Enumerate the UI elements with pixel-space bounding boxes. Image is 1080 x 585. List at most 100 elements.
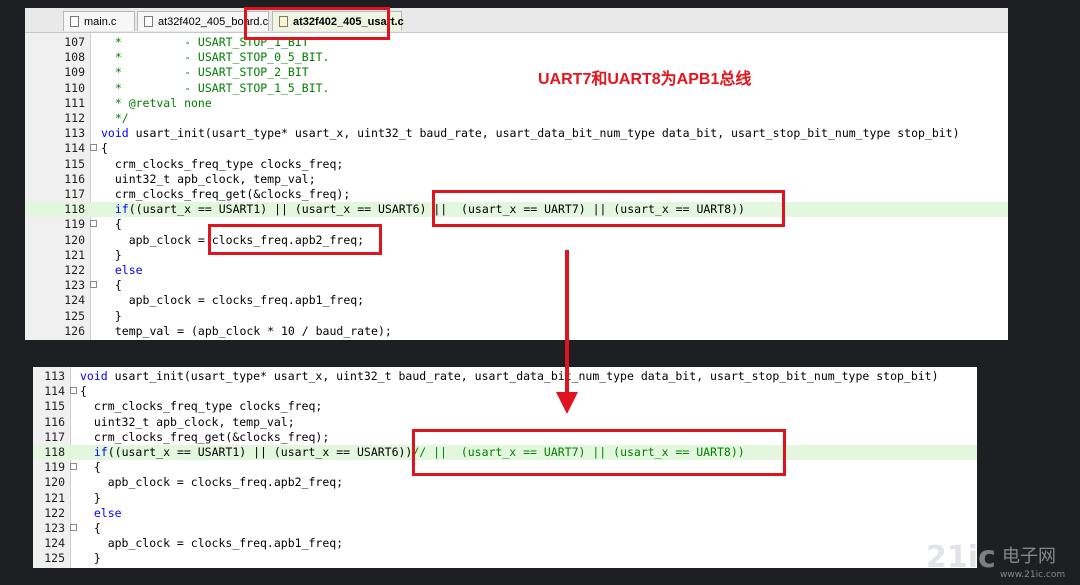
line-number: 125 bbox=[64, 308, 85, 323]
line-number: 115 bbox=[64, 156, 85, 171]
watermark-logo: 21ic 电子网 www.21ic.com bbox=[926, 540, 1065, 580]
code-text: apb_clock = clocks_freq.apb2_freq; bbox=[80, 475, 344, 490]
code-line[interactable]: 120 apb_clock = clocks_freq.apb2_freq; bbox=[25, 233, 1008, 248]
code-line[interactable]: 124 apb_clock = clocks_freq.apb1_freq; bbox=[33, 536, 977, 551]
code-text: * - USART_STOP_0_5_BIT. bbox=[101, 50, 330, 65]
code-editor[interactable]: 107 * - USART_STOP_1_BIT 108 * - USART_ST… bbox=[25, 33, 1008, 340]
editor-tab-bar: main.c at32f402_405_board.c at32f402_405… bbox=[25, 8, 1008, 33]
watermark-brand: 21ic bbox=[926, 540, 996, 575]
watermark-url: www.21ic.com bbox=[1000, 570, 1065, 580]
top-editor-panel: main.c at32f402_405_board.c at32f402_405… bbox=[25, 8, 1008, 340]
code-line[interactable]: 123 { bbox=[33, 521, 977, 536]
fold-toggle-icon[interactable] bbox=[70, 524, 77, 531]
annotation-text: UART7和UART8为APB1总线 bbox=[538, 71, 752, 88]
line-number: 117 bbox=[44, 429, 65, 444]
code-text: crm_clocks_freq_type clocks_freq; bbox=[80, 399, 323, 414]
line-number: 113 bbox=[44, 369, 65, 383]
line-number: 123 bbox=[64, 278, 85, 293]
code-text: } bbox=[101, 247, 122, 262]
code-text: { bbox=[101, 278, 122, 293]
code-text: crm_clocks_freq_type clocks_freq; bbox=[101, 156, 344, 171]
line-number: 112 bbox=[64, 111, 85, 125]
line-number: 126 bbox=[64, 323, 85, 338]
code-line[interactable]: 107 * - USART_STOP_1_BIT bbox=[25, 35, 1008, 50]
fold-toggle-icon[interactable] bbox=[90, 220, 97, 228]
code-text: crm_clocks_freq_get(&clocks_freq); bbox=[101, 187, 351, 201]
line-number: 120 bbox=[64, 232, 85, 247]
line-number: 123 bbox=[44, 521, 65, 535]
file-icon bbox=[144, 16, 153, 27]
code-text: else bbox=[114, 263, 143, 277]
line-number: 108 bbox=[64, 50, 85, 65]
code-line[interactable]: 115 crm_clocks_freq_type clocks_freq; bbox=[33, 399, 977, 414]
line-number: 107 bbox=[64, 35, 85, 49]
code-line[interactable]: 113 void usart_init(usart_type* usart_x, … bbox=[33, 369, 977, 384]
active-tab-highlight-box bbox=[244, 7, 390, 40]
code-text: * @retval none bbox=[101, 95, 212, 110]
code-line[interactable]: 126 temp_val = (apb_clock * 10 / baud_ra… bbox=[25, 324, 1008, 339]
code-line[interactable]: 121 } bbox=[33, 491, 977, 506]
watermark-cn: 电子网 bbox=[1002, 546, 1056, 567]
code-line[interactable]: 116 uint32_t apb_clock, temp_val; bbox=[25, 172, 1008, 187]
code-line[interactable]: 113 void usart_init(usart_type* usart_x, … bbox=[25, 126, 1008, 141]
code-line[interactable]: 122 else bbox=[25, 263, 1008, 278]
down-arrow-icon bbox=[556, 250, 578, 414]
line-number: 113 bbox=[64, 126, 85, 141]
tab-label: main.c bbox=[84, 15, 117, 28]
line-number: 117 bbox=[64, 187, 85, 201]
commented-condition-highlight-box bbox=[412, 429, 786, 476]
code-line[interactable]: 115 crm_clocks_freq_type clocks_freq; bbox=[25, 157, 1008, 172]
code-line[interactable]: 122 else bbox=[33, 506, 977, 521]
code-line[interactable]: 109 * - USART_STOP_2_BIT bbox=[25, 65, 1008, 80]
code-line[interactable]: 112 */ bbox=[25, 111, 1008, 126]
line-number: 110 bbox=[64, 80, 85, 95]
fold-toggle-icon[interactable] bbox=[70, 463, 77, 471]
fold-toggle-icon[interactable] bbox=[70, 387, 77, 395]
code-text: { bbox=[101, 217, 122, 232]
line-number: 116 bbox=[64, 171, 85, 186]
code-text: { bbox=[101, 141, 108, 156]
line-number: 115 bbox=[44, 399, 65, 414]
line-number: 120 bbox=[44, 475, 65, 490]
code-line[interactable]: 116 uint32_t apb_clock, temp_val; bbox=[33, 415, 977, 430]
code-text: */ bbox=[101, 111, 129, 125]
line-number: 118 bbox=[64, 202, 85, 217]
code-text: void usart_init(usart_type* usart_x, uin… bbox=[80, 369, 939, 383]
code-text: { bbox=[80, 521, 101, 535]
fold-toggle-icon[interactable] bbox=[90, 281, 97, 289]
code-text: uint32_t apb_clock, temp_val; bbox=[101, 171, 316, 186]
code-text: apb_clock = clocks_freq.apb1_freq; bbox=[101, 293, 365, 308]
code-text: uint32_t apb_clock, temp_val; bbox=[80, 414, 295, 429]
tab-main-c[interactable]: main.c bbox=[63, 11, 135, 31]
code-line[interactable]: 121 } bbox=[25, 248, 1008, 263]
code-line[interactable]: 120 apb_clock = clocks_freq.apb2_freq; bbox=[33, 475, 977, 490]
code-line[interactable]: 114 { bbox=[33, 384, 977, 399]
line-number: 114 bbox=[64, 141, 85, 156]
code-line[interactable]: 125 } bbox=[25, 309, 1008, 324]
code-text: * - USART_STOP_2_BIT bbox=[101, 65, 309, 80]
code-line[interactable]: 110 * - USART_STOP_1_5_BIT. bbox=[25, 81, 1008, 96]
code-text: } bbox=[101, 308, 122, 323]
line-number: 124 bbox=[44, 536, 65, 551]
line-number: 122 bbox=[64, 263, 85, 277]
code-text: apb_clock = clocks_freq.apb1_freq; bbox=[80, 536, 344, 551]
apb2-freq-highlight-box bbox=[208, 224, 382, 255]
line-number: 124 bbox=[64, 293, 85, 308]
code-text: temp_val = (apb_clock * 10 / baud_rate); bbox=[101, 323, 392, 338]
code-text: } bbox=[80, 490, 101, 505]
line-number: 114 bbox=[44, 384, 65, 399]
code-line[interactable]: 124 apb_clock = clocks_freq.apb1_freq; bbox=[25, 293, 1008, 308]
line-number: 121 bbox=[64, 247, 85, 262]
code-line[interactable]: 114 { bbox=[25, 141, 1008, 156]
code-line[interactable]: 125 } bbox=[33, 551, 977, 566]
code-text: } bbox=[80, 551, 101, 566]
line-number: 121 bbox=[44, 490, 65, 505]
line-number: 118 bbox=[44, 445, 65, 459]
line-number: 125 bbox=[44, 551, 65, 566]
code-line[interactable]: 123 { bbox=[25, 278, 1008, 293]
code-text: void usart_init(usart_type* usart_x, uin… bbox=[101, 126, 960, 141]
fold-toggle-icon[interactable] bbox=[90, 144, 97, 152]
code-line[interactable]: 108 * - USART_STOP_0_5_BIT. bbox=[25, 50, 1008, 65]
code-text: crm_clocks_freq_get(&clocks_freq); bbox=[80, 429, 330, 444]
code-line[interactable]: 111 * @retval none bbox=[25, 96, 1008, 111]
